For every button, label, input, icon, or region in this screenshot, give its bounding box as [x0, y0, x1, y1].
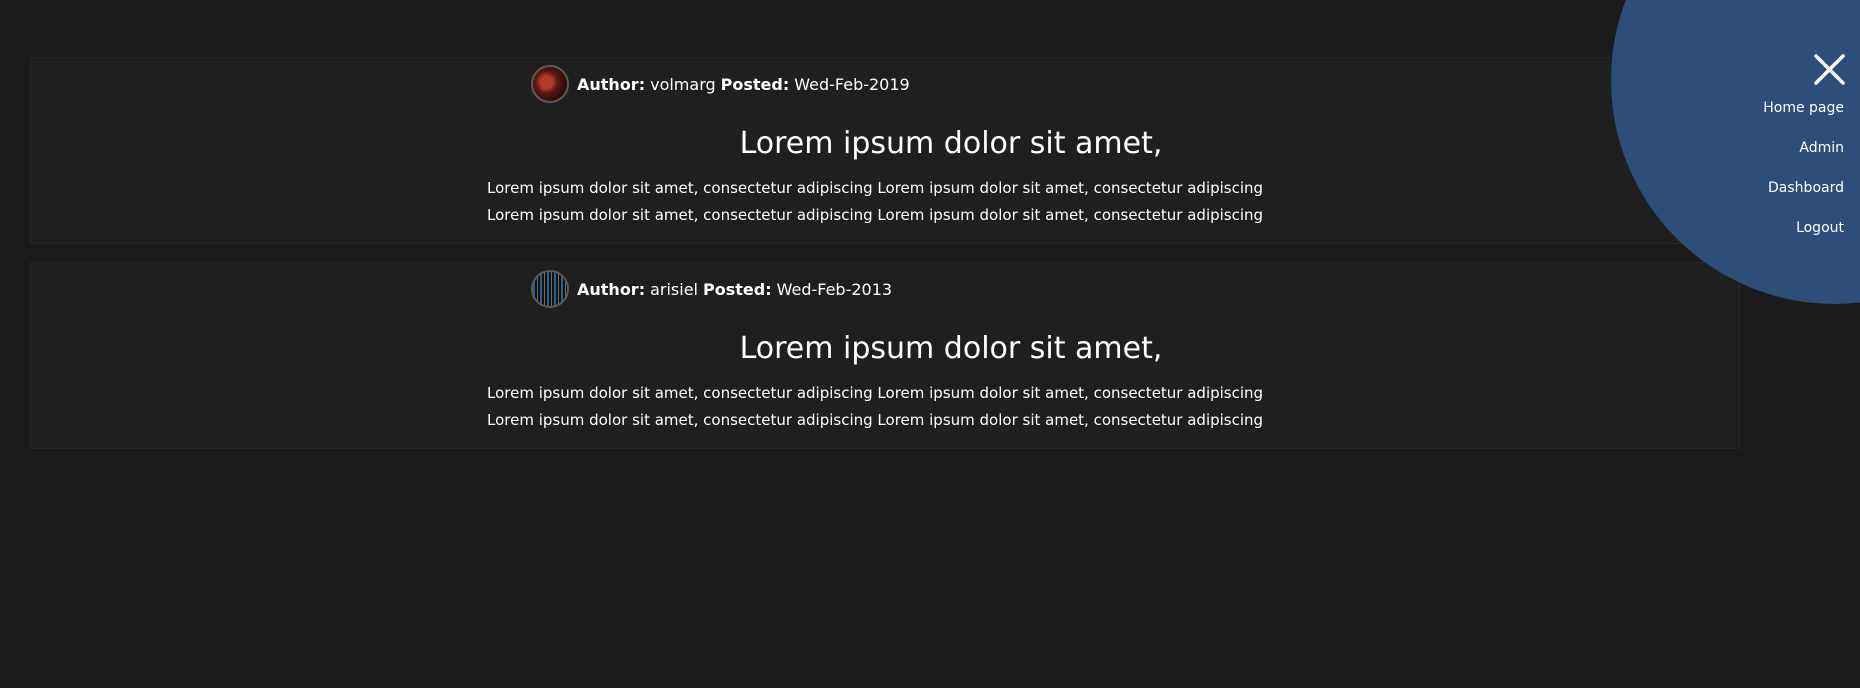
post-title: Lorem ipsum dolor sit amet, [739, 126, 1163, 161]
author-name: volmarg [650, 74, 716, 94]
menu-item-dashboard[interactable]: Dashboard [1763, 168, 1844, 208]
menu-item-home-page[interactable]: Home page [1763, 88, 1844, 128]
page: Author: volmarg Posted: Wed-Feb-2019 Lor… [0, 0, 1860, 688]
avatar [531, 65, 569, 103]
post-title: Lorem ipsum dolor sit amet, [739, 331, 1163, 366]
post-body: Lorem ipsum dolor sit amet, consectetur … [487, 179, 1264, 224]
avatar [531, 270, 569, 308]
posted-date: Wed-Feb-2013 [776, 279, 893, 299]
posted-label: Posted: [703, 279, 772, 299]
post-meta: Author: arisiel Posted: Wed-Feb-2013 [531, 268, 897, 310]
author-label: Author: [577, 279, 646, 299]
menu-item-admin[interactable]: Admin [1763, 128, 1844, 168]
menu-item-logout[interactable]: Logout [1763, 208, 1844, 248]
posted-date: Wed-Feb-2019 [794, 74, 910, 94]
author-label: Author: [577, 74, 646, 94]
posted-label: Posted: [720, 74, 790, 94]
post-body: Lorem ipsum dolor sit amet, consectetur … [487, 384, 1264, 429]
author-name: arisiel [650, 279, 698, 299]
post-card: Author: volmarg Posted: Wed-Feb-2019 Lor… [30, 57, 1740, 244]
post-card: Author: arisiel Posted: Wed-Feb-2013 Lor… [30, 262, 1740, 449]
nav-menu: Home page Admin Dashboard Logout [1763, 88, 1844, 248]
post-meta: Author: volmarg Posted: Wed-Feb-2019 [531, 63, 915, 105]
close-icon[interactable] [1813, 53, 1846, 86]
